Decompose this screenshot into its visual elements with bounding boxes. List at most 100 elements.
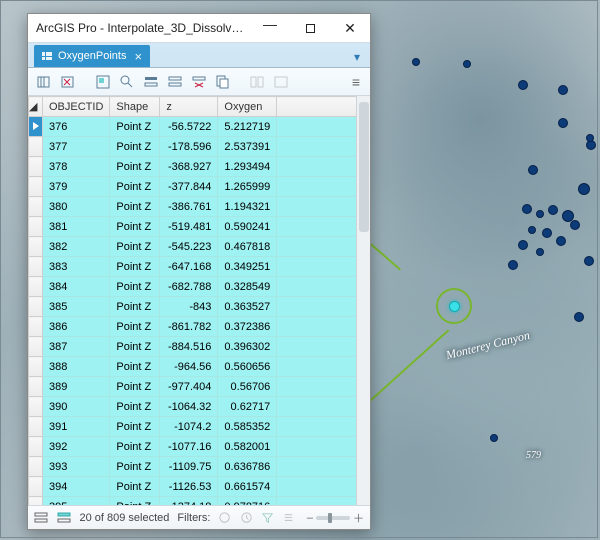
map-point[interactable] [508,260,518,270]
cell-oxygen[interactable]: 0.328549 [218,277,277,297]
cell-objectid[interactable]: 377 [43,137,110,157]
cell-z[interactable]: -377.844 [160,177,218,197]
cell-shape[interactable]: Point Z [110,137,160,157]
cell-shape[interactable]: Point Z [110,177,160,197]
table-row[interactable]: 381Point Z-519.4810.590241 [29,217,370,237]
cell-shape[interactable]: Point Z [110,237,160,257]
cell-oxygen[interactable]: 0.62717 [218,397,277,417]
row-header[interactable] [29,177,43,197]
copy-selection-button[interactable] [212,71,234,93]
map-point[interactable] [570,220,580,230]
table-row[interactable]: 379Point Z-377.8441.265999 [29,177,370,197]
cell-shape[interactable]: Point Z [110,257,160,277]
tab-close-icon[interactable]: × [134,49,142,64]
col-objectid[interactable]: OBJECTID [43,97,110,117]
map-point[interactable] [542,228,552,238]
cell-oxygen[interactable]: 0.585352 [218,417,277,437]
cell-z[interactable]: -977.404 [160,377,218,397]
cell-objectid[interactable]: 380 [43,197,110,217]
cell-oxygen[interactable]: 1.265999 [218,177,277,197]
map-point[interactable] [528,165,538,175]
cell-objectid[interactable]: 388 [43,357,110,377]
row-header[interactable] [29,397,43,417]
cell-oxygen[interactable]: 0.467818 [218,237,277,257]
row-header[interactable] [29,237,43,257]
cell-shape[interactable]: Point Z [110,297,160,317]
cell-z[interactable]: -1077.16 [160,437,218,457]
row-header[interactable] [29,117,43,137]
cell-shape[interactable]: Point Z [110,457,160,477]
cell-shape[interactable]: Point Z [110,397,160,417]
map-point[interactable] [556,236,566,246]
show-selected-records-button[interactable] [57,509,72,527]
cell-z[interactable]: -861.782 [160,317,218,337]
selected-point-marker[interactable] [449,301,460,312]
table-row[interactable]: 392Point Z-1077.160.582001 [29,437,370,457]
map-point[interactable] [536,248,544,256]
cell-shape[interactable]: Point Z [110,417,160,437]
cell-oxygen[interactable]: 0.560656 [218,357,277,377]
row-header[interactable] [29,497,43,506]
map-point[interactable] [558,85,568,95]
cell-objectid[interactable]: 382 [43,237,110,257]
corner-cell[interactable]: ◢ [29,97,43,117]
filter-funnel-icon[interactable] [261,510,274,526]
cell-oxygen[interactable]: 5.212719 [218,117,277,137]
row-header[interactable] [29,137,43,157]
zoom-slider[interactable] [316,516,350,520]
cell-z[interactable]: -386.761 [160,197,218,217]
table-row[interactable]: 391Point Z-1074.20.585352 [29,417,370,437]
cell-oxygen[interactable]: 0.590241 [218,217,277,237]
cell-oxygen[interactable]: 0.396302 [218,337,277,357]
col-oxygen[interactable]: Oxygen [218,97,277,117]
cell-oxygen[interactable]: 0.363527 [218,297,277,317]
table-row[interactable]: 376Point Z-56.57225.212719 [29,117,370,137]
map-point[interactable] [490,434,498,442]
map-point[interactable] [412,58,420,66]
cell-z[interactable]: -884.516 [160,337,218,357]
table-row[interactable]: 380Point Z-386.7611.194321 [29,197,370,217]
map-point[interactable] [518,240,528,250]
cell-z[interactable]: -1374.18 [160,497,218,506]
map-point[interactable] [518,80,528,90]
cell-objectid[interactable]: 390 [43,397,110,417]
cell-objectid[interactable]: 385 [43,297,110,317]
cell-shape[interactable]: Point Z [110,377,160,397]
filter-time-icon[interactable] [240,510,253,526]
cell-oxygen[interactable]: 0.349251 [218,257,277,277]
cell-shape[interactable]: Point Z [110,317,160,337]
cell-shape[interactable]: Point Z [110,197,160,217]
row-header[interactable] [29,377,43,397]
cell-objectid[interactable]: 384 [43,277,110,297]
cell-z[interactable]: -519.481 [160,217,218,237]
cell-oxygen[interactable]: 0.372386 [218,317,277,337]
table-row[interactable]: 388Point Z-964.560.560656 [29,357,370,377]
cell-shape[interactable]: Point Z [110,217,160,237]
map-point[interactable] [528,226,536,234]
cell-objectid[interactable]: 391 [43,417,110,437]
cell-objectid[interactable]: 392 [43,437,110,457]
map-point[interactable] [586,134,594,142]
select-by-attributes-button[interactable] [92,71,114,93]
field-delete-button[interactable] [58,71,80,93]
table-row[interactable]: 387Point Z-884.5160.396302 [29,337,370,357]
cell-z[interactable]: -843 [160,297,218,317]
table-row[interactable]: 385Point Z-8430.363527 [29,297,370,317]
cell-z[interactable]: -1126.53 [160,477,218,497]
cell-z[interactable]: -964.56 [160,357,218,377]
cell-shape[interactable]: Point Z [110,337,160,357]
clear-selection-button[interactable] [164,71,186,93]
cell-objectid[interactable]: 386 [43,317,110,337]
table-row[interactable]: 384Point Z-682.7880.328549 [29,277,370,297]
zoom-in-button[interactable]: ＋ [353,510,364,526]
tab-oxygenpoints[interactable]: OxygenPoints × [34,45,150,67]
cell-z[interactable]: -178.596 [160,137,218,157]
cell-z[interactable]: -545.223 [160,237,218,257]
cell-shape[interactable]: Point Z [110,157,160,177]
filter-extent-icon[interactable] [218,510,231,526]
zoom-out-button[interactable]: – [307,512,313,524]
attribute-table[interactable]: ◢ OBJECTID Shape z Oxygen 376Point Z-56.… [28,96,370,505]
cell-oxygen[interactable]: 0.978716 [218,497,277,506]
map-point[interactable] [574,312,584,322]
row-header[interactable] [29,297,43,317]
